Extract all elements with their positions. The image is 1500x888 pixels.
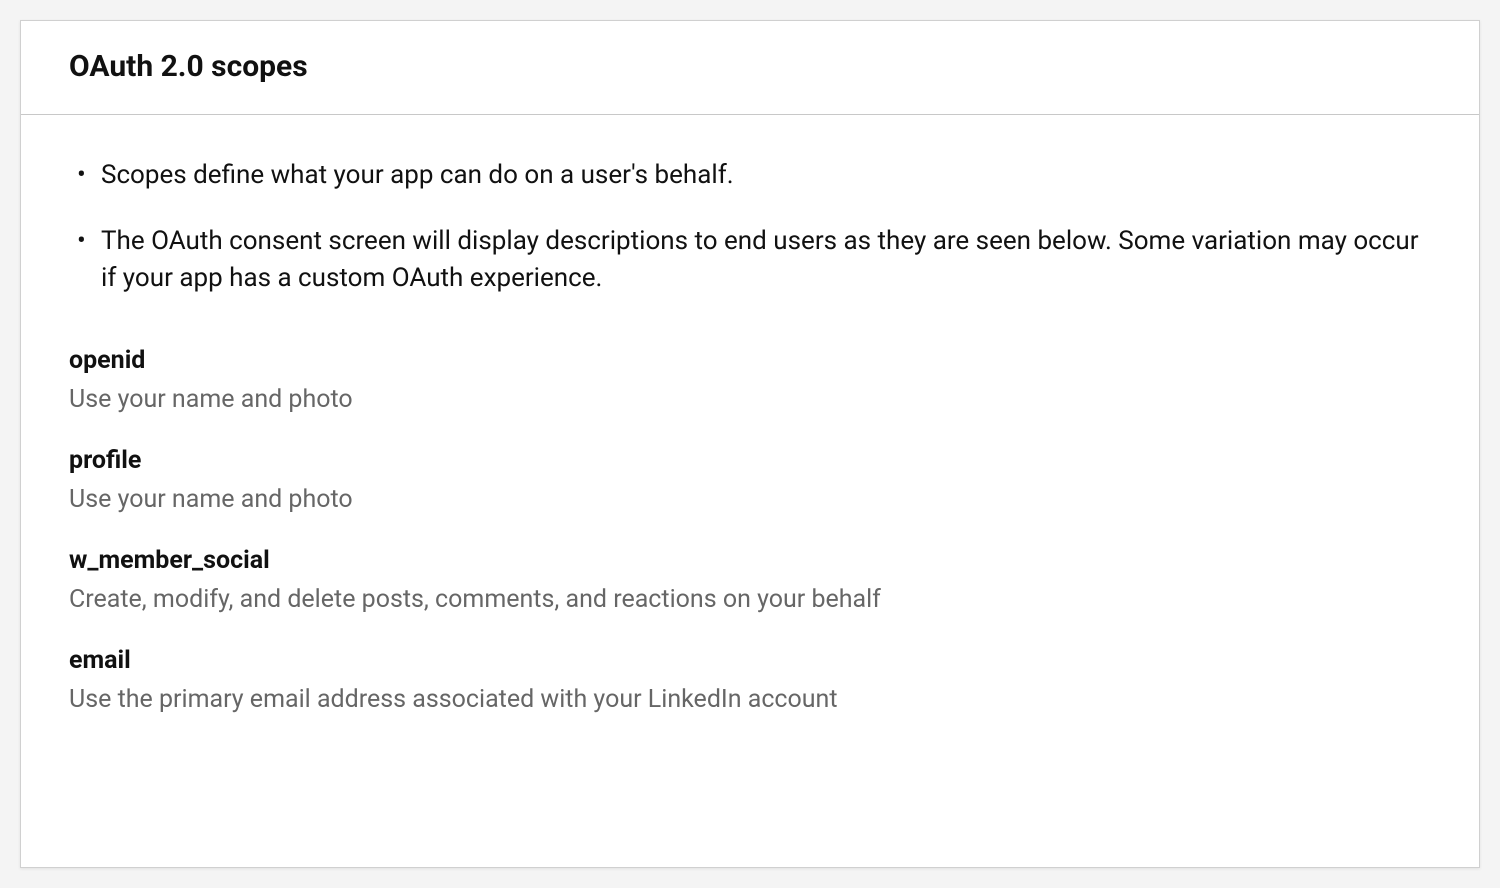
intro-bullet: Scopes define what your app can do on a … — [69, 157, 1431, 195]
scope-description: Use the primary email address associated… — [69, 685, 1431, 714]
scope-description: Use your name and photo — [69, 385, 1431, 414]
card-title: OAuth 2.0 scopes — [69, 49, 1431, 84]
scope-description: Use your name and photo — [69, 485, 1431, 514]
scope-name: openid — [69, 346, 1431, 375]
intro-bullet-list: Scopes define what your app can do on a … — [69, 157, 1431, 298]
scope-item: email Use the primary email address asso… — [69, 646, 1431, 714]
card-header: OAuth 2.0 scopes — [21, 21, 1479, 115]
card-body: Scopes define what your app can do on a … — [21, 115, 1479, 788]
scope-item: profile Use your name and photo — [69, 446, 1431, 514]
scope-description: Create, modify, and delete posts, commen… — [69, 585, 1431, 614]
scope-item: openid Use your name and photo — [69, 346, 1431, 414]
intro-bullet: The OAuth consent screen will display de… — [69, 223, 1431, 298]
scope-name: profile — [69, 446, 1431, 475]
scope-name: email — [69, 646, 1431, 675]
scope-name: w_member_social — [69, 546, 1431, 575]
scope-item: w_member_social Create, modify, and dele… — [69, 546, 1431, 614]
oauth-scopes-card: OAuth 2.0 scopes Scopes define what your… — [20, 20, 1480, 868]
